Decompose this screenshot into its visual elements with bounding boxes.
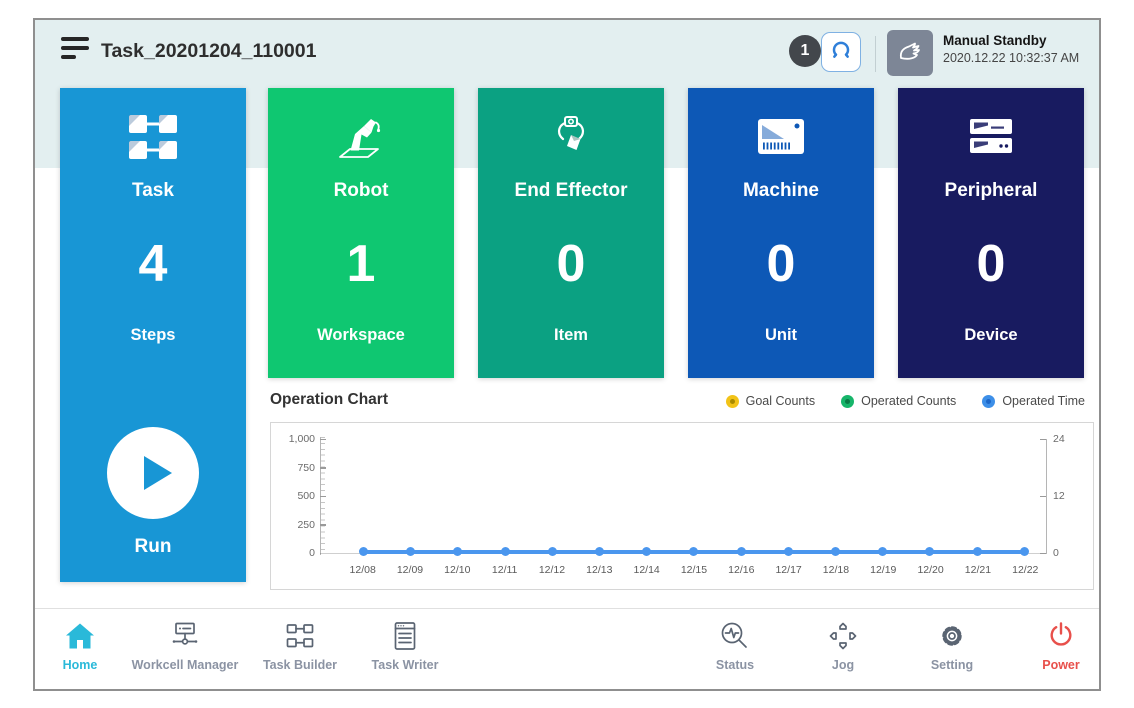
card-peripheral[interactable]: Peripheral 0 Device bbox=[898, 88, 1084, 378]
right-y-axis bbox=[1046, 439, 1047, 554]
data-points bbox=[359, 547, 1029, 556]
card-unit: Workspace bbox=[268, 326, 454, 345]
card-machine[interactable]: Machine 0 Unit bbox=[688, 88, 874, 378]
app-window: Task_20201204_110001 1 Manual Standby 20… bbox=[33, 18, 1101, 691]
card-unit: Steps bbox=[60, 326, 246, 345]
x-axis-labels: 12/0812/0912/10 12/1112/1212/13 12/1412/… bbox=[339, 564, 1049, 576]
chart-legend: Goal Counts Operated Counts Operated Tim… bbox=[726, 394, 1085, 408]
card-title: Task bbox=[60, 180, 246, 202]
gripper-icon bbox=[827, 36, 855, 69]
card-title: Machine bbox=[688, 180, 874, 202]
card-title: End Effector bbox=[478, 180, 664, 202]
operated-counts-dot-icon bbox=[841, 395, 854, 408]
card-value: 4 bbox=[60, 236, 246, 292]
nav-task-writer[interactable]: Task Writer bbox=[343, 617, 467, 672]
hamburger-menu-icon[interactable] bbox=[61, 37, 89, 62]
card-value: 0 bbox=[688, 236, 874, 292]
card-task[interactable]: Task 4 Steps Run bbox=[60, 88, 246, 582]
operation-chart: 1,000 750 500 250 0 12/0812/0912/10 12/1… bbox=[270, 422, 1094, 590]
run-button[interactable] bbox=[107, 427, 199, 519]
y-axis-right-label: 24 bbox=[1053, 433, 1083, 445]
y-axis-label: 750 bbox=[271, 462, 315, 474]
header-divider bbox=[875, 36, 876, 72]
hand-guide-icon bbox=[894, 35, 926, 72]
task-blocks-icon bbox=[60, 110, 246, 166]
notification-badge: 1 bbox=[789, 35, 821, 67]
y-axis-label: 0 bbox=[271, 547, 315, 559]
card-title: Robot bbox=[268, 180, 454, 202]
setting-gear-icon bbox=[890, 617, 1014, 654]
operated-time-dot-icon bbox=[982, 395, 995, 408]
card-end-effector[interactable]: End Effector 0 Item bbox=[478, 88, 664, 378]
legend-operated-time: Operated Time bbox=[982, 394, 1085, 408]
card-value: 0 bbox=[898, 236, 1084, 292]
power-icon bbox=[999, 617, 1123, 654]
machine-icon bbox=[688, 110, 874, 166]
nav-status[interactable]: Status bbox=[673, 617, 797, 672]
card-unit: Item bbox=[478, 326, 664, 345]
chart-title: Operation Chart bbox=[270, 391, 388, 409]
y-axis-label: 500 bbox=[271, 490, 315, 502]
nav-workcell-manager[interactable]: Workcell Manager bbox=[123, 617, 247, 672]
nav-jog[interactable]: Jog bbox=[781, 617, 905, 672]
y-axis-label: 1,000 bbox=[271, 433, 315, 445]
play-icon bbox=[144, 456, 172, 490]
jog-icon bbox=[781, 617, 905, 654]
card-unit: Unit bbox=[688, 326, 874, 345]
run-label: Run bbox=[60, 536, 246, 558]
nav-setting[interactable]: Setting bbox=[890, 617, 1014, 672]
timestamp: 2020.12.22 10:32:37 AM bbox=[943, 51, 1079, 65]
y-axis-label: 250 bbox=[271, 519, 315, 531]
card-robot[interactable]: Robot 1 Workspace bbox=[268, 88, 454, 378]
mode-label: Manual Standby bbox=[943, 33, 1079, 48]
card-title: Peripheral bbox=[898, 180, 1084, 202]
task-title: Task_20201204_110001 bbox=[101, 40, 316, 63]
task-writer-icon bbox=[343, 617, 467, 654]
y-axis-right-label: 12 bbox=[1053, 490, 1083, 502]
status-icon bbox=[673, 617, 797, 654]
mode-status: Manual Standby 2020.12.22 10:32:37 AM bbox=[943, 33, 1079, 65]
card-unit: Device bbox=[898, 326, 1084, 345]
goal-counts-dot-icon bbox=[726, 395, 739, 408]
nav-divider bbox=[35, 608, 1099, 609]
y-axis-right-label: 0 bbox=[1053, 547, 1083, 559]
manual-mode-tile[interactable] bbox=[887, 30, 933, 76]
legend-operated-counts: Operated Counts bbox=[841, 394, 956, 408]
gripper-reset-button[interactable] bbox=[821, 32, 861, 72]
card-value: 1 bbox=[268, 236, 454, 292]
robot-arm-icon bbox=[268, 110, 454, 166]
card-value: 0 bbox=[478, 236, 664, 292]
workcell-manager-icon bbox=[123, 617, 247, 654]
legend-goal-counts: Goal Counts bbox=[726, 394, 815, 408]
peripheral-server-icon bbox=[898, 110, 1084, 166]
end-effector-gripper-icon bbox=[478, 110, 664, 166]
nav-power[interactable]: Power bbox=[999, 617, 1123, 672]
